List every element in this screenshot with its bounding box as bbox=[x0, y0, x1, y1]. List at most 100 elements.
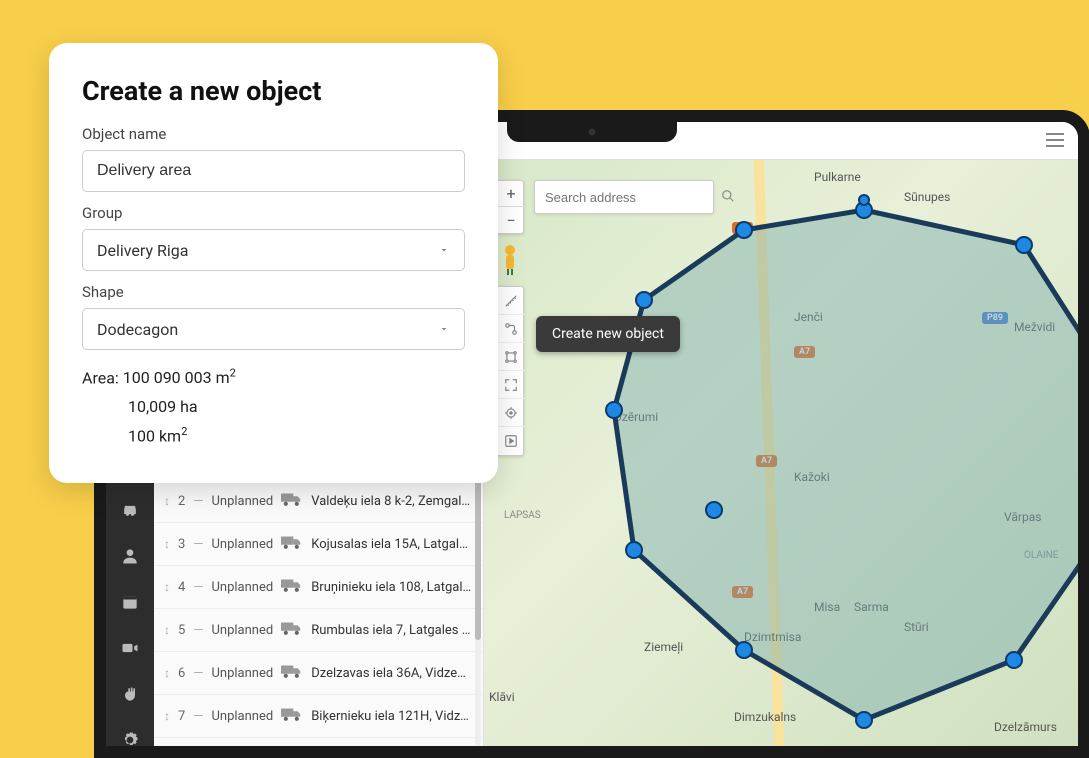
task-row[interactable]: ↕6—UnplannedDzelzavas iela 36A, Vidzemes… bbox=[154, 652, 483, 695]
map-label: Dzērumi bbox=[614, 410, 658, 424]
road-badge-p89: P89 bbox=[982, 312, 1008, 324]
dash: — bbox=[193, 537, 203, 552]
scrollbar[interactable] bbox=[475, 480, 481, 746]
pegman-icon[interactable] bbox=[498, 244, 522, 276]
road-badge-a7: A7 bbox=[756, 455, 777, 467]
map-label: Sūnupes bbox=[904, 190, 950, 204]
map-label: Dzelzāmurs bbox=[994, 720, 1057, 734]
area-ha: 10,009 ha bbox=[82, 393, 465, 422]
truck-icon bbox=[281, 535, 303, 553]
road-badge-a7: A7 bbox=[732, 586, 753, 598]
dash: — bbox=[193, 580, 203, 595]
fullscreen-icon[interactable] bbox=[497, 371, 525, 399]
zoom-in-button[interactable]: + bbox=[497, 181, 525, 207]
card-title: Create a new object bbox=[82, 75, 465, 107]
video-icon[interactable] bbox=[119, 638, 141, 658]
hand-icon[interactable] bbox=[119, 684, 141, 704]
map-label: Ziemeļi bbox=[644, 640, 683, 654]
map-canvas[interactable]: A7 A7 A7 A7 P89 Pulkarne Sūnupes Jenči M… bbox=[484, 160, 1078, 746]
row-address: Biķernieku iela 121H, Vidzeme... bbox=[311, 709, 473, 724]
map-label: OLAINE bbox=[1024, 550, 1058, 561]
group-value: Delivery Riga bbox=[97, 241, 188, 260]
row-address: Valdeķu iela 8 k-2, Zemgales ... bbox=[311, 494, 473, 509]
route-icon[interactable] bbox=[497, 315, 525, 343]
scrollbar-thumb[interactable] bbox=[475, 480, 481, 640]
task-row[interactable]: ↕5—UnplannedRumbulas iela 7, Latgales pr… bbox=[154, 609, 483, 652]
drag-handle-icon[interactable]: ↕ bbox=[164, 580, 170, 594]
row-address: Bruņinieku iela 108, Latgales ... bbox=[311, 580, 473, 595]
map-label: Dimzukalns bbox=[734, 710, 796, 724]
dash: — bbox=[193, 709, 203, 724]
shape-select[interactable]: Dodecagon bbox=[82, 308, 465, 350]
map-label: Sarma bbox=[854, 600, 889, 614]
dash: — bbox=[193, 494, 203, 509]
task-row[interactable]: ↕ 7 — Unplanned Biķernieku iela 121H, Vidzem… bbox=[154, 695, 483, 738]
task-row[interactable]: ↕ 4 — Unplanned Bruņinieku iela 108, Latgale… bbox=[154, 566, 483, 609]
ruler-icon[interactable] bbox=[497, 287, 525, 315]
row-address: Rumbulas iela 7, Latgales prie... bbox=[311, 623, 473, 638]
truck-icon bbox=[281, 664, 303, 682]
device-notch bbox=[507, 122, 677, 142]
dash: — bbox=[193, 666, 203, 681]
map-label: Stūri bbox=[904, 620, 929, 634]
vehicle-icon[interactable] bbox=[119, 500, 141, 520]
map-search[interactable] bbox=[534, 180, 714, 214]
row-number: 4 bbox=[178, 580, 185, 595]
zoom-control: + − bbox=[496, 180, 524, 234]
row-status: Unplanned bbox=[211, 709, 273, 724]
menu-icon[interactable] bbox=[1046, 132, 1064, 148]
map-label: Jenči bbox=[794, 310, 823, 324]
row-status: Unplanned bbox=[211, 580, 273, 595]
calendar-icon[interactable] bbox=[119, 592, 141, 612]
map-label: Dzimtmisa bbox=[744, 630, 801, 644]
zoom-out-button[interactable]: − bbox=[497, 207, 525, 233]
row-number: 3 bbox=[178, 537, 185, 552]
group-select[interactable]: Delivery Riga bbox=[82, 229, 465, 271]
search-icon[interactable] bbox=[721, 188, 735, 207]
create-object-card: Create a new object Object name Group De… bbox=[49, 43, 498, 483]
map-label: Mežvidi bbox=[1014, 320, 1055, 334]
area-prefix: Area: bbox=[82, 368, 123, 387]
gear-icon[interactable] bbox=[119, 730, 141, 750]
drag-handle-icon[interactable]: ↕ bbox=[164, 666, 170, 680]
row-number: 2 bbox=[178, 494, 185, 509]
row-number: 7 bbox=[178, 709, 185, 724]
row-status: Unplanned bbox=[211, 537, 273, 552]
road-a7 bbox=[754, 160, 784, 746]
drag-handle-icon[interactable]: ↕ bbox=[164, 709, 170, 723]
area-m2: 100 090 003 m2 bbox=[123, 368, 236, 387]
row-status: Unplanned bbox=[211, 666, 273, 681]
map-label: LAPSAS bbox=[504, 510, 541, 521]
object-name-label: Object name bbox=[82, 125, 465, 143]
area-km2: 100 km2 bbox=[82, 422, 465, 451]
truck-icon bbox=[281, 621, 303, 639]
geofence-polygon bbox=[584, 160, 1078, 746]
task-row[interactable]: ↕3—UnplannedKojusalas iela 15A, Latgales… bbox=[154, 523, 483, 566]
chevron-down-icon bbox=[438, 241, 450, 260]
map-controls: + − bbox=[496, 180, 524, 456]
map-label: Klāvi bbox=[489, 690, 515, 704]
map-label: Kažoki bbox=[794, 470, 830, 484]
map-label: Pulkarne bbox=[814, 170, 861, 184]
map-tools bbox=[496, 286, 524, 456]
play-icon[interactable] bbox=[497, 427, 525, 455]
row-number: 5 bbox=[178, 623, 185, 638]
row-status: Unplanned bbox=[211, 494, 273, 509]
shape-value: Dodecagon bbox=[97, 320, 178, 339]
row-status: Unplanned bbox=[211, 623, 273, 638]
drag-handle-icon[interactable]: ↕ bbox=[164, 494, 170, 508]
truck-icon bbox=[281, 578, 303, 596]
map-label: Misa bbox=[814, 600, 840, 614]
drag-handle-icon[interactable]: ↕ bbox=[164, 537, 170, 551]
task-row[interactable]: ↕ 2 — Unplanned Valdeķu iela 8 k-2, Zemgales… bbox=[154, 480, 483, 523]
drag-handle-icon[interactable]: ↕ bbox=[164, 623, 170, 637]
user-icon[interactable] bbox=[119, 546, 141, 566]
search-input[interactable] bbox=[545, 190, 721, 205]
locate-icon[interactable] bbox=[497, 399, 525, 427]
map-label: Vārpas bbox=[1004, 510, 1041, 524]
create-object-tooltip: Create new object bbox=[536, 316, 680, 352]
chevron-down-icon bbox=[438, 320, 450, 339]
road-badge-a7: A7 bbox=[732, 222, 753, 234]
draw-polygon-icon[interactable] bbox=[497, 343, 525, 371]
object-name-input[interactable] bbox=[82, 150, 465, 192]
